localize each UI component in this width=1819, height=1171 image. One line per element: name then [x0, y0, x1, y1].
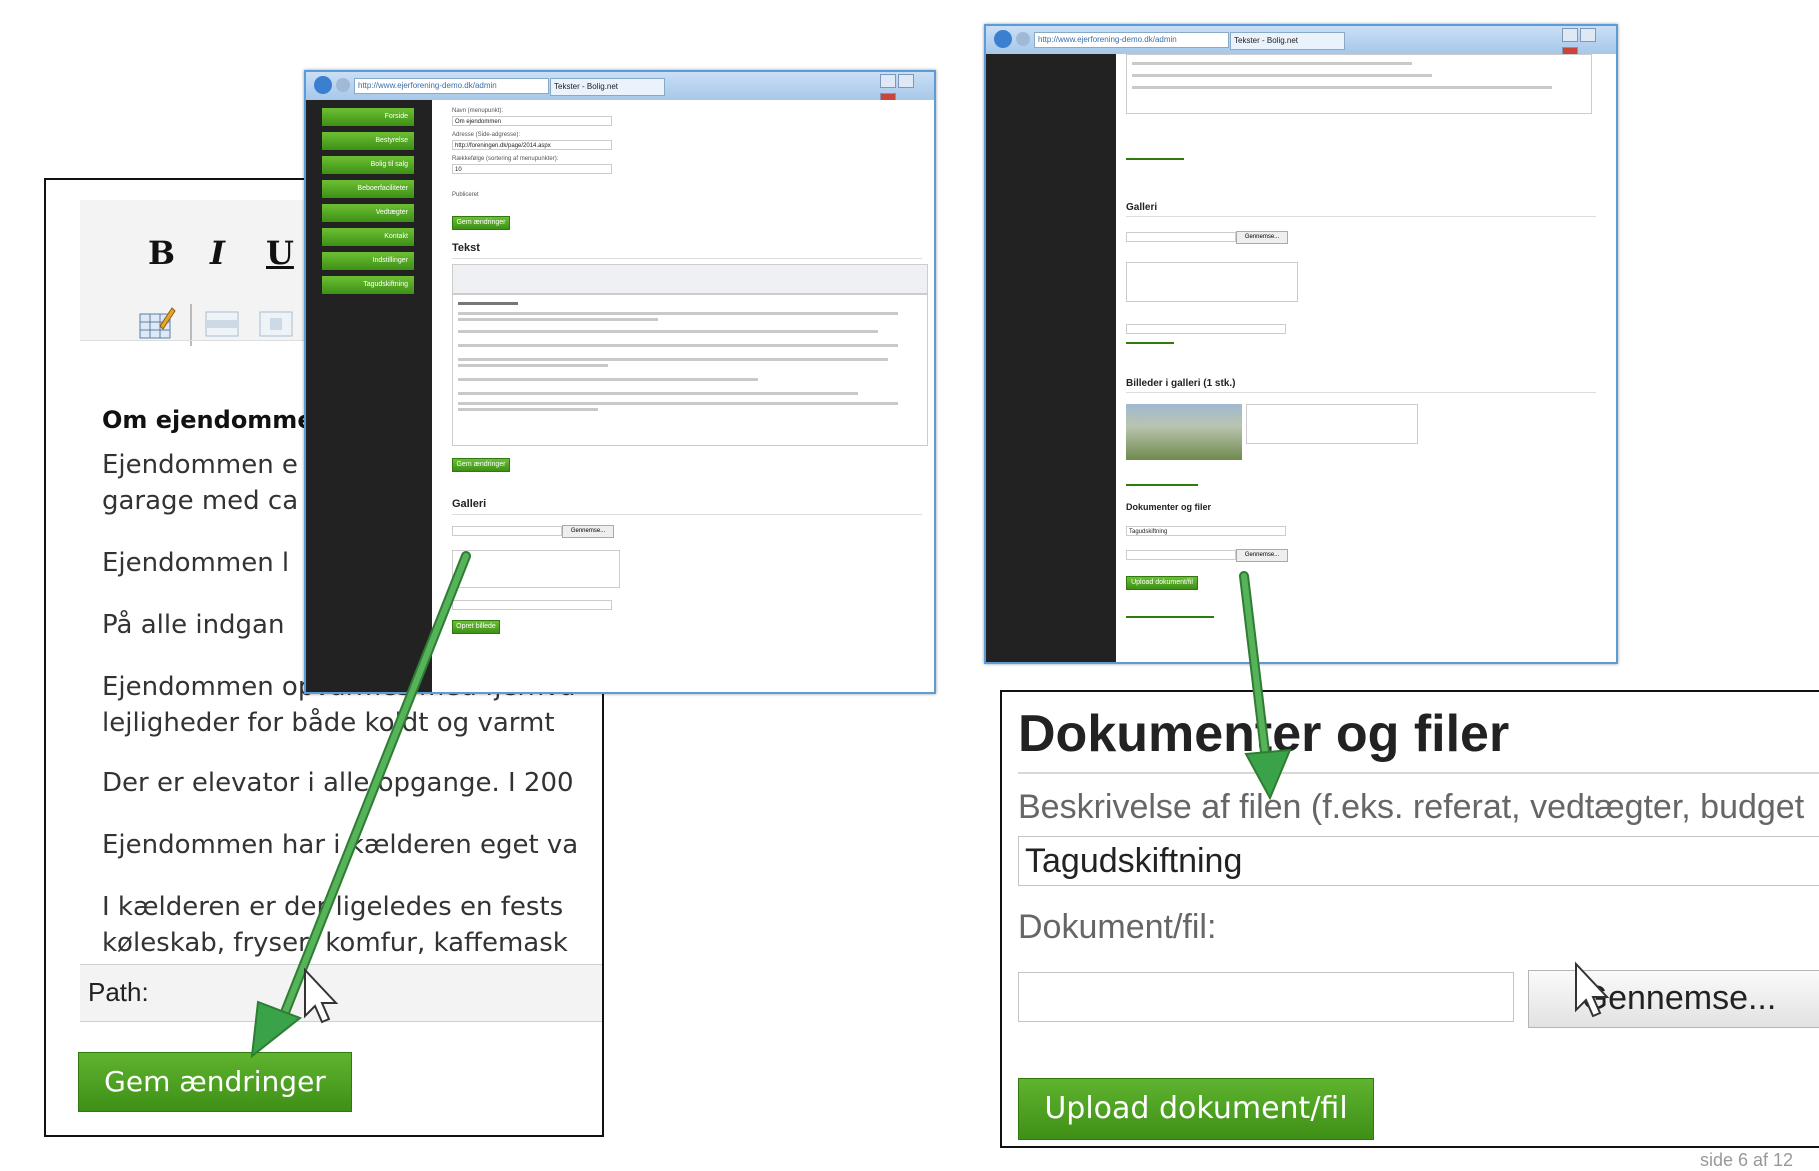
annotation-overlay: [250, 551, 1610, 1059]
mouse-cursor-icon: [1575, 961, 1610, 1018]
page-number: side 6 af 12: [1700, 1150, 1794, 1170]
arrow-right: [1239, 571, 1292, 801]
mouse-cursor-icon: [304, 967, 339, 1024]
arrow-left: [250, 551, 471, 1059]
